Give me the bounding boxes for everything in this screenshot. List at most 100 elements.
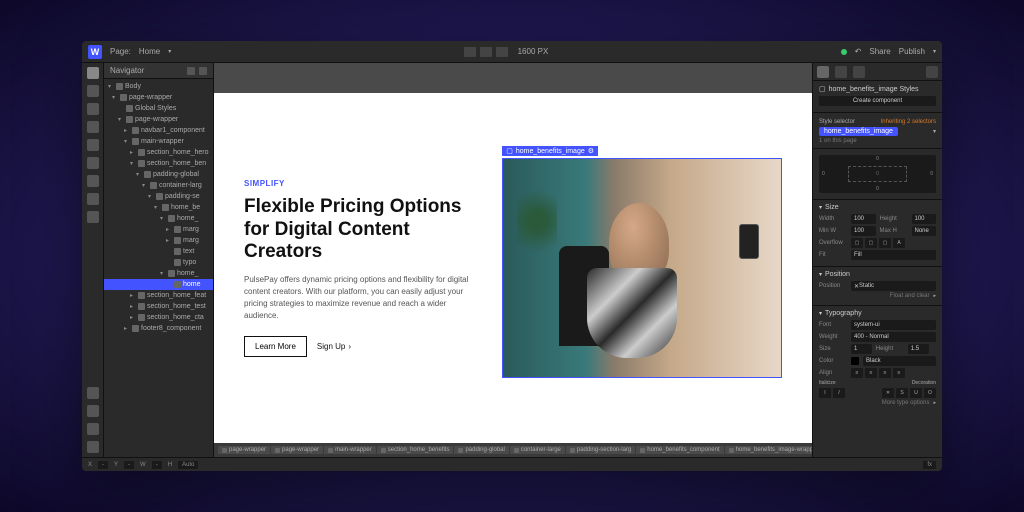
page-canvas[interactable]: SIMPLIFY Flexible Pricing Options for Di… xyxy=(214,93,812,443)
help-icon[interactable] xyxy=(87,387,99,399)
tree-item[interactable]: ▸section_home_test xyxy=(104,301,213,312)
color-swatch[interactable] xyxy=(851,357,859,365)
tree-item[interactable]: ▾page-wrapper xyxy=(104,92,213,103)
add-element-icon[interactable] xyxy=(87,67,99,79)
fx-field[interactable]: fx xyxy=(923,461,936,469)
share-button[interactable]: Share xyxy=(869,47,890,56)
learn-more-button[interactable]: Learn More xyxy=(244,336,307,357)
italic-on-icon[interactable]: I xyxy=(833,388,845,398)
breakpoint-mobile-icon[interactable] xyxy=(496,47,508,57)
components-icon[interactable] xyxy=(87,121,99,133)
settings-tab-icon[interactable] xyxy=(835,66,847,78)
tree-item[interactable]: ▸marg xyxy=(104,224,213,235)
x-field[interactable]: - xyxy=(98,461,108,469)
breadcrumb-bar[interactable]: page-wrapperpage-wrappermain-wrappersect… xyxy=(214,443,812,457)
italic-off-icon[interactable]: I xyxy=(819,388,831,398)
overflow-visible-icon[interactable]: ▢ xyxy=(851,238,863,248)
tree-item[interactable]: ▾padding-se xyxy=(104,191,213,202)
font-field[interactable]: system-ui xyxy=(851,320,936,330)
video-icon[interactable] xyxy=(87,405,99,417)
float-clear-link[interactable]: Float and clear xyxy=(890,293,930,299)
width-field[interactable]: 100 xyxy=(851,214,876,224)
chevron-down-icon[interactable]: ▾ xyxy=(933,48,936,55)
pages-icon[interactable] xyxy=(87,85,99,97)
minw-field[interactable]: 100 xyxy=(851,226,876,236)
breadcrumb-item[interactable]: home_benefits_component xyxy=(636,446,723,454)
assets-icon[interactable] xyxy=(87,157,99,169)
heading-text[interactable]: Flexible Pricing Options for Digital Con… xyxy=(244,196,482,264)
undo-icon[interactable]: ↶ xyxy=(855,47,862,56)
tree-item[interactable]: ▾home_be xyxy=(104,202,213,213)
position-field[interactable]: ✕ Static xyxy=(851,281,936,291)
deco-overline-icon[interactable]: O xyxy=(924,388,936,398)
breadcrumb-item[interactable]: section_home_benefits xyxy=(377,446,454,454)
overflow-hidden-icon[interactable]: ▢ xyxy=(865,238,877,248)
margin-top[interactable]: 0 xyxy=(876,156,879,162)
overflow-auto-icon[interactable]: A xyxy=(893,238,905,248)
tree-item[interactable]: ▸section_home_feat xyxy=(104,290,213,301)
tree-item[interactable]: Global Styles xyxy=(104,103,213,114)
align-right-icon[interactable]: ≡ xyxy=(879,368,891,378)
page-name[interactable]: Home xyxy=(139,47,160,56)
tree-item[interactable]: ▸marg xyxy=(104,235,213,246)
tree-item[interactable]: ▾page-wrapper xyxy=(104,114,213,125)
element-tree[interactable]: ▾Body▾page-wrapperGlobal Styles▾page-wra… xyxy=(104,79,213,457)
sign-up-button[interactable]: Sign Up › xyxy=(317,342,351,351)
breadcrumb-item[interactable]: main-wrapper xyxy=(324,446,376,454)
close-icon[interactable] xyxy=(199,67,207,75)
deco-underline-icon[interactable]: U xyxy=(910,388,922,398)
align-center-icon[interactable]: ≡ xyxy=(865,368,877,378)
tree-item[interactable]: ▾section_home_ben xyxy=(104,158,213,169)
more-tab-icon[interactable] xyxy=(926,66,938,78)
tree-item[interactable]: ▸navbar1_component xyxy=(104,125,213,136)
tree-item[interactable]: text xyxy=(104,246,213,257)
selected-image[interactable] xyxy=(502,158,782,378)
tree-item[interactable]: ▸footer8_component xyxy=(104,323,213,334)
height-field[interactable]: 100 xyxy=(912,214,937,224)
y-field[interactable]: - xyxy=(124,461,134,469)
tree-item[interactable]: ▾Body xyxy=(104,81,213,92)
maxh-field[interactable]: None xyxy=(912,226,937,236)
interactions-tab-icon[interactable] xyxy=(853,66,865,78)
padding-box[interactable]: 0 xyxy=(848,166,907,182)
color-field[interactable]: Black xyxy=(863,356,936,366)
eyebrow-text[interactable]: SIMPLIFY xyxy=(244,179,482,188)
canvas-width[interactable]: 1600 PX xyxy=(518,47,549,56)
breadcrumb-item[interactable]: padding-global xyxy=(454,446,508,454)
deco-none-icon[interactable]: ✕ xyxy=(882,388,894,398)
publish-button[interactable]: Publish xyxy=(899,47,925,56)
navigator-icon[interactable] xyxy=(87,103,99,115)
logic-icon[interactable] xyxy=(87,211,99,223)
breadcrumb-item[interactable]: page-wrapper xyxy=(218,446,270,454)
size-field[interactable]: 1 xyxy=(851,344,872,354)
tree-item[interactable]: ▾container-larg xyxy=(104,180,213,191)
breadcrumb-item[interactable]: padding-section-larg xyxy=(566,446,635,454)
padding-value[interactable]: 0 xyxy=(876,171,879,177)
margin-bottom[interactable]: 0 xyxy=(876,186,879,192)
align-justify-icon[interactable]: ≡ xyxy=(893,368,905,378)
deco-strike-icon[interactable]: S xyxy=(896,388,908,398)
lineheight-field[interactable]: 1.5 xyxy=(908,344,929,354)
h-field[interactable]: Auto xyxy=(178,461,198,469)
pin-icon[interactable] xyxy=(187,67,195,75)
breadcrumb-item[interactable]: container-large xyxy=(510,446,565,454)
tree-item[interactable]: ▾home_ xyxy=(104,213,213,224)
webflow-logo[interactable]: W xyxy=(88,45,102,59)
more-type-link[interactable]: More type options xyxy=(882,400,930,406)
tree-item[interactable]: ▾padding-global xyxy=(104,169,213,180)
weight-field[interactable]: 400 - Normal xyxy=(851,332,936,342)
selection-label[interactable]: ▢ home_benefits_image ⚙ xyxy=(502,146,598,156)
inheriting-text[interactable]: Inheriting 2 selectors xyxy=(881,119,936,125)
settings-icon[interactable] xyxy=(87,441,99,453)
class-badge[interactable]: home_benefits_image xyxy=(819,127,898,136)
tree-item[interactable]: ▸section_home_cta xyxy=(104,312,213,323)
margin-left[interactable]: 0 xyxy=(822,171,825,177)
tree-item[interactable]: home xyxy=(104,279,213,290)
breakpoint-tablet-icon[interactable] xyxy=(480,47,492,57)
ecommerce-icon[interactable] xyxy=(87,175,99,187)
margin-right[interactable]: 0 xyxy=(930,171,933,177)
audit-icon[interactable] xyxy=(87,423,99,435)
tree-item[interactable]: ▸section_home_hero xyxy=(104,147,213,158)
create-component-button[interactable]: Create component xyxy=(819,96,936,106)
breakpoint-desktop-icon[interactable] xyxy=(464,47,476,57)
